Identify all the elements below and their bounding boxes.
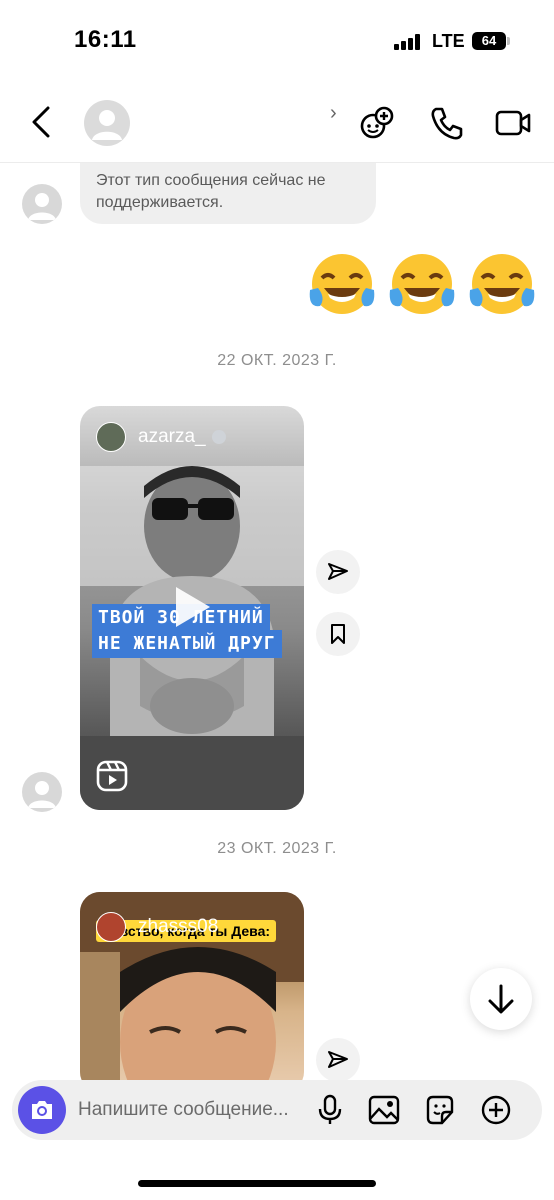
reel-username: zhasss08	[138, 916, 219, 937]
home-indicator	[138, 1180, 376, 1187]
share-button[interactable]	[316, 1038, 360, 1082]
bookmark-icon	[331, 624, 345, 644]
reels-icon	[96, 760, 128, 792]
camera-button[interactable]	[18, 1086, 66, 1134]
shared-reel-card[interactable]: Чувство, когда ты Дева: zhasss08	[80, 892, 304, 1092]
verified-badge-icon	[211, 430, 226, 444]
shared-reel-card[interactable]: azarza_ ТВОЙ 30 ЛЕТНИЙ НЕ ЖЕНАТЫЙ ДРУГ	[80, 406, 304, 810]
status-time: 16:11	[74, 26, 137, 53]
reel-author[interactable]: zhasss08	[96, 912, 218, 942]
add-icon[interactable]	[480, 1094, 512, 1126]
tears-of-joy-emoji	[309, 254, 375, 314]
message-composer	[12, 1080, 542, 1140]
scroll-to-bottom-button[interactable]	[470, 968, 532, 1030]
effects-add-icon[interactable]	[358, 104, 396, 142]
message-input[interactable]	[78, 1080, 310, 1140]
contact-name[interactable]	[146, 106, 326, 136]
contact-avatar[interactable]	[84, 100, 130, 146]
sticker-icon[interactable]	[424, 1094, 456, 1126]
tears-of-joy-emoji	[469, 254, 535, 314]
phone-icon[interactable]	[428, 104, 466, 142]
message-emojis-outgoing[interactable]	[306, 250, 546, 324]
gallery-icon[interactable]	[368, 1094, 400, 1126]
chat-header: ›	[0, 80, 554, 163]
sender-avatar[interactable]	[22, 184, 62, 224]
network-type: LTE	[432, 31, 465, 51]
chevron-left-icon[interactable]	[28, 104, 58, 140]
message-text: Этот тип сообщения сейчас не поддерживае…	[96, 172, 326, 211]
battery-icon: 64	[472, 32, 506, 50]
microphone-icon[interactable]	[314, 1094, 346, 1126]
status-bar: 16:11 LTE 64	[0, 0, 554, 80]
reel-caption-line-2: НЕ ЖЕНАТЫЙ ДРУГ	[92, 630, 282, 658]
chevron-right-icon[interactable]: ›	[330, 102, 337, 125]
date-separator: 22 ОКТ. 2023 Г.	[217, 352, 337, 369]
send-icon	[328, 1051, 348, 1068]
save-button[interactable]	[316, 612, 360, 656]
tears-of-joy-emoji	[389, 254, 455, 314]
camera-icon	[32, 1101, 52, 1119]
date-separator: 23 ОКТ. 2023 Г.	[217, 840, 337, 857]
play-icon[interactable]	[172, 584, 212, 630]
arrow-down-icon	[488, 984, 514, 1014]
reel-username: azarza_	[138, 426, 206, 447]
video-camera-icon[interactable]	[494, 104, 532, 142]
reel-author-avatar	[96, 422, 126, 452]
battery-cap	[507, 37, 510, 45]
send-icon	[328, 563, 348, 580]
cellular-signal-icon	[394, 34, 422, 50]
reel-author[interactable]: azarza_	[96, 422, 226, 452]
share-button[interactable]	[316, 550, 360, 594]
reel-author-avatar	[96, 912, 126, 942]
sender-avatar[interactable]	[22, 772, 62, 812]
